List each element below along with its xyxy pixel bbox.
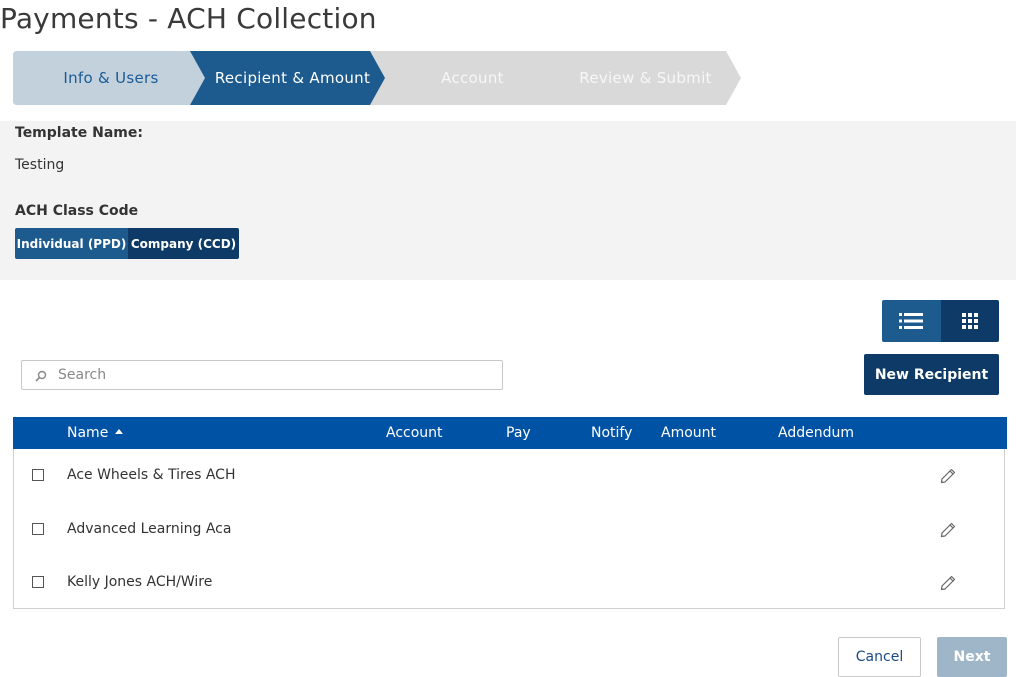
- ach-class-code-toggle: Individual (PPD) Company (CCD): [15, 228, 239, 259]
- edit-pencil-icon[interactable]: [940, 522, 956, 538]
- row-checkbox[interactable]: [32, 469, 44, 481]
- table-header: Name Account Pay Notify Amount Addendum: [13, 417, 1007, 449]
- row-checkbox[interactable]: [32, 523, 44, 535]
- step-recipient-amount[interactable]: Recipient & Amount: [190, 51, 395, 105]
- step-account: Account: [370, 51, 575, 105]
- recipient-name: Advanced Learning Aca: [67, 521, 232, 537]
- grid-view-icon: [961, 313, 978, 329]
- column-header-notify: Notify: [591, 425, 633, 441]
- recipients-table: Name Account Pay Notify Amount Addendum …: [13, 417, 1007, 609]
- step-label: Review & Submit: [579, 69, 712, 87]
- template-name-value: Testing: [15, 157, 65, 173]
- new-recipient-button[interactable]: New Recipient: [864, 354, 999, 395]
- cancel-button[interactable]: Cancel: [838, 637, 921, 677]
- column-header-account: Account: [386, 425, 443, 441]
- column-header-pay: Pay: [506, 425, 531, 441]
- table-row: Ace Wheels & Tires ACH: [14, 449, 1004, 501]
- column-header-addendum: Addendum: [778, 425, 854, 441]
- row-checkbox[interactable]: [32, 576, 44, 588]
- step-review-submit: Review & Submit: [550, 51, 741, 105]
- grid-view-button[interactable]: [940, 300, 999, 342]
- step-label: Info & Users: [63, 69, 159, 87]
- search-box: [21, 360, 503, 390]
- template-name-label: Template Name:: [15, 125, 143, 141]
- column-header-name[interactable]: Name: [67, 425, 124, 441]
- class-code-ccd-button[interactable]: Company (CCD): [128, 228, 239, 259]
- list-view-button[interactable]: [882, 300, 941, 342]
- template-info-panel: Template Name: Testing ACH Class Code In…: [0, 121, 1016, 280]
- edit-pencil-icon[interactable]: [940, 575, 956, 591]
- list-view-icon: [899, 313, 924, 329]
- step-label: Recipient & Amount: [214, 69, 371, 87]
- column-header-name-label: Name: [67, 425, 109, 441]
- edit-pencil-icon[interactable]: [940, 468, 956, 484]
- ach-class-code-label: ACH Class Code: [15, 203, 139, 219]
- recipient-name: Kelly Jones ACH/Wire: [67, 574, 213, 590]
- page-title: Payments - ACH Collection: [0, 2, 377, 35]
- step-label: Account: [441, 69, 504, 87]
- recipient-name: Ace Wheels & Tires ACH: [67, 467, 236, 483]
- search-input[interactable]: [58, 361, 488, 389]
- view-toggle: [882, 300, 999, 342]
- column-header-amount: Amount: [661, 425, 717, 441]
- table-row: Advanced Learning Aca: [14, 503, 1004, 555]
- class-code-ppd-button[interactable]: Individual (PPD): [15, 228, 128, 259]
- progress-stepper: Info & Users Recipient & Amount Account …: [13, 51, 741, 105]
- step-info-users[interactable]: Info & Users: [13, 51, 209, 105]
- next-button[interactable]: Next: [937, 637, 1007, 677]
- search-icon: [35, 370, 47, 382]
- table-row: Kelly Jones ACH/Wire: [14, 556, 1004, 608]
- sort-ascending-icon: [115, 429, 124, 434]
